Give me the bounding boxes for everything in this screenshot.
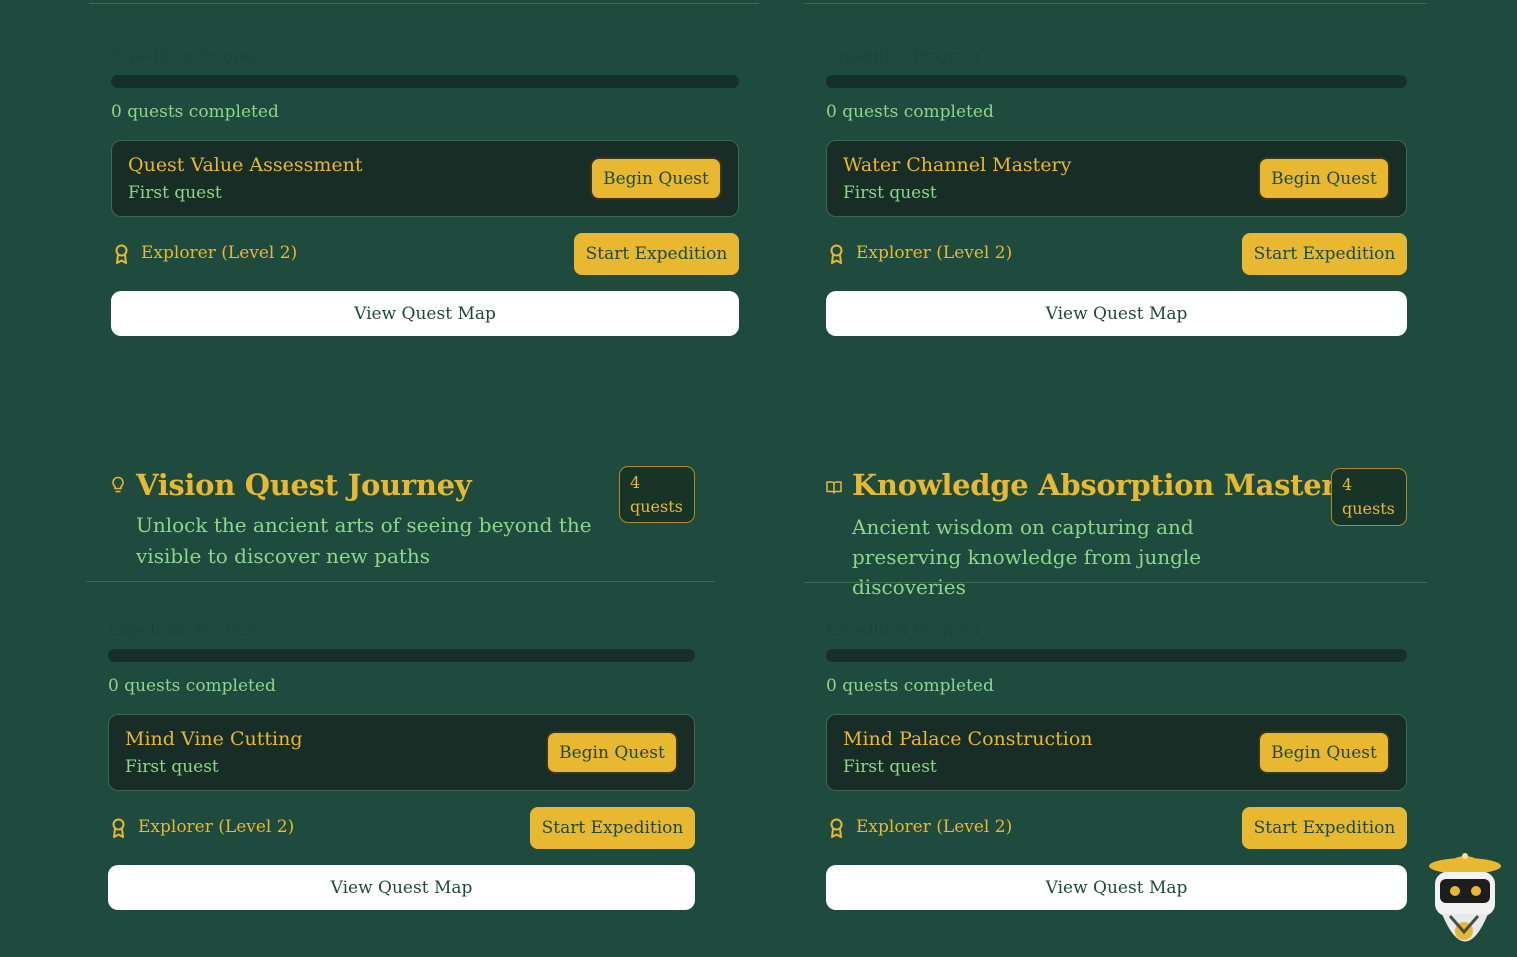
lightbulb-icon xyxy=(112,476,124,493)
explorer-rank: Explorer (Level 2) xyxy=(141,243,298,263)
card-header-divider xyxy=(86,581,715,582)
view-quest-map-button[interactable]: View Quest Map xyxy=(111,291,739,336)
card-title: Knowledge Absorption Mastery xyxy=(852,468,1353,502)
quests-completed-count: 0 quests completed xyxy=(108,676,276,696)
expedition-actions: Explorer (Level 2) Start Expedition xyxy=(108,807,695,849)
progress-label: Expedition Progress xyxy=(826,47,980,65)
card-header-divider xyxy=(804,582,1427,583)
quest-item: Quest Value Assessment First quest Begin… xyxy=(111,140,739,217)
begin-quest-button[interactable]: Begin Quest xyxy=(590,157,722,200)
quest-count-unit: quests xyxy=(630,497,683,516)
explorer-robot-icon[interactable] xyxy=(1428,852,1502,952)
quests-completed-count: 0 quests completed xyxy=(111,102,279,122)
quest-title: Mind Vine Cutting xyxy=(125,728,303,750)
start-expedition-button[interactable]: Start Expedition xyxy=(1242,807,1407,849)
start-expedition-button[interactable]: Start Expedition xyxy=(530,807,695,849)
progress-bar xyxy=(826,75,1407,88)
quest-count-badge: 4 quests xyxy=(1331,468,1407,526)
explorer-rank: Explorer (Level 2) xyxy=(138,817,295,837)
expedition-card: Knowledge Absorption Mastery Ancient wis… xyxy=(804,468,1427,910)
view-quest-map-button[interactable]: View Quest Map xyxy=(826,865,1407,910)
progress-bar xyxy=(826,649,1407,662)
expedition-card: Vision Quest Journey Unlock the ancient … xyxy=(86,466,715,910)
quest-subtitle: First quest xyxy=(125,757,219,777)
open-book-icon xyxy=(826,481,842,494)
begin-quest-button[interactable]: Begin Quest xyxy=(546,731,678,774)
quest-title: Water Channel Mastery xyxy=(843,154,1072,176)
card-top-divider xyxy=(804,3,1427,4)
quest-count-badge: 4 quests xyxy=(619,466,695,523)
quest-item: Water Channel Mastery First quest Begin … xyxy=(826,140,1407,217)
card-description: Unlock the ancient arts of seeing beyond… xyxy=(136,513,592,568)
expedition-actions: Explorer (Level 2) Start Expedition xyxy=(826,233,1407,275)
award-icon xyxy=(115,244,128,264)
progress-label: Expedition Progress xyxy=(111,47,265,65)
quest-title: Quest Value Assessment xyxy=(128,154,363,176)
quest-count-number: 4 xyxy=(1342,475,1353,494)
expedition-card: Expedition Progress 0 quests completed W… xyxy=(804,0,1427,336)
quests-completed-count: 0 quests completed xyxy=(826,102,994,122)
card-top-divider xyxy=(89,3,759,4)
card-header: Knowledge Absorption Mastery Ancient wis… xyxy=(804,468,1427,599)
view-quest-map-button[interactable]: View Quest Map xyxy=(108,865,695,910)
start-expedition-button[interactable]: Start Expedition xyxy=(1242,233,1407,275)
award-icon xyxy=(112,818,125,838)
quest-count-unit: quests xyxy=(1342,499,1395,518)
quest-item: Mind Palace Construction First quest Beg… xyxy=(826,714,1407,791)
expedition-card: Expedition Progress 0 quests completed Q… xyxy=(89,0,759,336)
explorer-rank: Explorer (Level 2) xyxy=(856,817,1013,837)
progress-bar xyxy=(111,75,739,88)
card-description: Ancient wisdom on capturing and preservi… xyxy=(852,515,1202,599)
award-icon xyxy=(830,818,843,838)
expedition-actions: Explorer (Level 2) Start Expedition xyxy=(111,233,739,275)
quest-subtitle: First quest xyxy=(843,757,937,777)
quest-subtitle: First quest xyxy=(128,183,222,203)
award-icon xyxy=(830,244,843,264)
view-quest-map-button[interactable]: View Quest Map xyxy=(826,291,1407,336)
quest-title: Mind Palace Construction xyxy=(843,728,1093,750)
begin-quest-button[interactable]: Begin Quest xyxy=(1258,731,1390,774)
quest-count-number: 4 xyxy=(630,473,641,492)
quest-subtitle: First quest xyxy=(843,183,937,203)
expedition-actions: Explorer (Level 2) Start Expedition xyxy=(826,807,1407,849)
start-expedition-button[interactable]: Start Expedition xyxy=(574,233,739,275)
begin-quest-button[interactable]: Begin Quest xyxy=(1258,157,1390,200)
progress-label: Expedition Progress xyxy=(826,621,980,639)
card-title: Vision Quest Journey xyxy=(136,468,472,502)
explorer-rank: Explorer (Level 2) xyxy=(856,243,1013,263)
progress-label: Expedition Progress xyxy=(108,621,262,639)
quest-item: Mind Vine Cutting First quest Begin Ques… xyxy=(108,714,695,791)
quests-completed-count: 0 quests completed xyxy=(826,676,994,696)
card-header: Vision Quest Journey Unlock the ancient … xyxy=(86,466,715,582)
progress-bar xyxy=(108,649,695,662)
